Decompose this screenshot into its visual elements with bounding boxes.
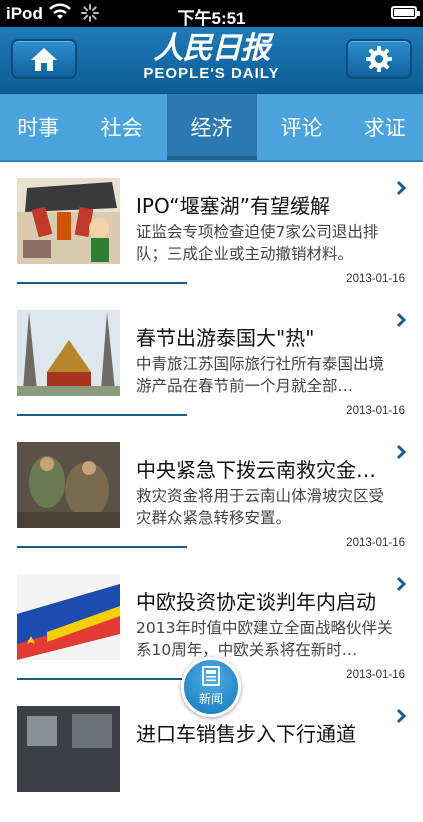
list-item[interactable]: 春节出游泰国大"热" 中青旅江苏国际旅行社所有泰国出境游产品在春节前一个月就全部… [0,294,423,426]
article-thumbnail [17,574,120,660]
article-title: 春节出游泰国大"热" [136,326,398,350]
tab-economy[interactable]: 经济 [167,94,257,160]
chevron-right-icon [396,180,406,196]
news-button-label: 新闻 [184,690,238,707]
divider [17,678,187,680]
tab-current-affairs[interactable]: 时事 [0,94,77,160]
category-tabs: 时事 社会 经济 评论 求证 [0,94,423,162]
article-date: 2013-01-16 [346,273,405,285]
article-thumbnail [17,310,120,396]
article-title: IPO“堰塞湖”有望缓解 [136,194,398,218]
article-summary: 证监会专项检查迫使7家公司退出排队；三成企业或主动撤销材料。 [136,221,398,265]
article-date: 2013-01-16 [346,669,405,681]
app-header: 人民日报 PEOPLE'S DAILY [0,27,423,94]
divider [17,546,187,548]
clock: 下午5:51 [0,4,423,29]
article-date: 2013-01-16 [346,537,405,549]
article-thumbnail [17,706,120,792]
chevron-right-icon [396,312,406,328]
tab-society[interactable]: 社会 [77,94,167,160]
article-thumbnail [17,442,120,528]
settings-button[interactable] [346,39,412,79]
news-float-button[interactable]: 新闻 [181,657,241,717]
gear-icon [365,45,393,73]
chevron-right-icon [396,708,406,724]
article-summary: 中青旅江苏国际旅行社所有泰国出境游产品在春节前一个月就全部… [136,353,398,397]
article-summary: 2013年时值中欧建立全面战略伙伴关系10周年，中欧关系将在新时… [136,617,398,661]
tab-verification[interactable]: 求证 [347,94,423,160]
status-bar: iPod 下午5:51 [0,0,423,27]
article-title: 中欧投资协定谈判年内启动 [136,590,398,614]
tab-commentary[interactable]: 评论 [257,94,347,160]
battery-icon [391,6,417,19]
chevron-right-icon [396,444,406,460]
chevron-right-icon [396,576,406,592]
divider [17,414,187,416]
article-list: IPO“堰塞湖”有望缓解 证监会专项检查迫使7家公司退出排队；三成企业或主动撤销… [0,162,423,822]
list-item[interactable]: IPO“堰塞湖”有望缓解 证监会专项检查迫使7家公司退出排队；三成企业或主动撤销… [0,162,423,294]
article-title: 进口车销售步入下行通道 [136,722,398,746]
article-title: 中央紧急下拨云南救灾金… [136,458,398,482]
article-summary: 救灾资金将用于云南山体滑坡灾区受灾群众紧急转移安置。 [136,485,398,529]
newspaper-icon [202,666,220,686]
divider [17,282,187,284]
article-date: 2013-01-16 [346,405,405,417]
list-item[interactable]: 中央紧急下拨云南救灾金… 救灾资金将用于云南山体滑坡灾区受灾群众紧急转移安置。 … [0,426,423,558]
article-thumbnail [17,178,120,264]
